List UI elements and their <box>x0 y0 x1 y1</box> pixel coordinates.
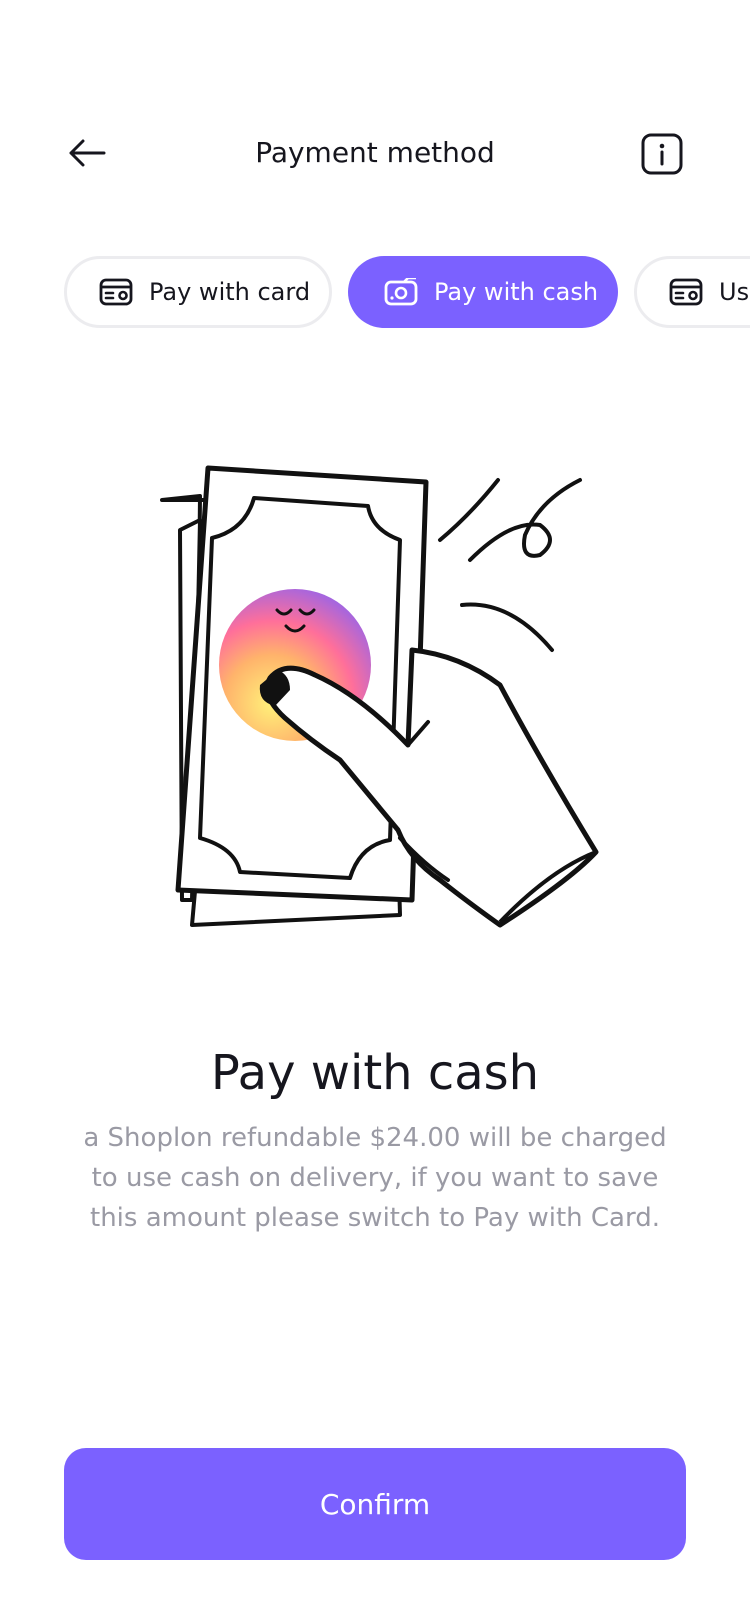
tab-pay-with-card[interactable]: Pay with card <box>64 256 332 328</box>
payment-method-tabs: Pay with card Pay with cash Use <box>0 256 750 328</box>
card-icon <box>99 275 133 309</box>
card-icon <box>669 275 703 309</box>
tab-label: Pay with cash <box>434 278 599 306</box>
cash-icon <box>384 275 418 309</box>
app-header: Payment method <box>0 118 750 188</box>
cash-payment-illustration <box>160 465 599 928</box>
confirm-button[interactable]: Confirm <box>64 1448 686 1560</box>
tab-label: Use <box>719 278 750 306</box>
tab-use[interactable]: Use <box>634 256 750 328</box>
info-button[interactable] <box>636 128 688 180</box>
tab-pay-with-cash[interactable]: Pay with cash <box>348 256 618 328</box>
section-title: Pay with cash <box>210 1045 540 1101</box>
info-icon <box>641 133 683 175</box>
section-description: a Shoplon refundable $24.00 will be char… <box>83 1123 667 1233</box>
tab-label: Pay with card <box>149 278 311 306</box>
